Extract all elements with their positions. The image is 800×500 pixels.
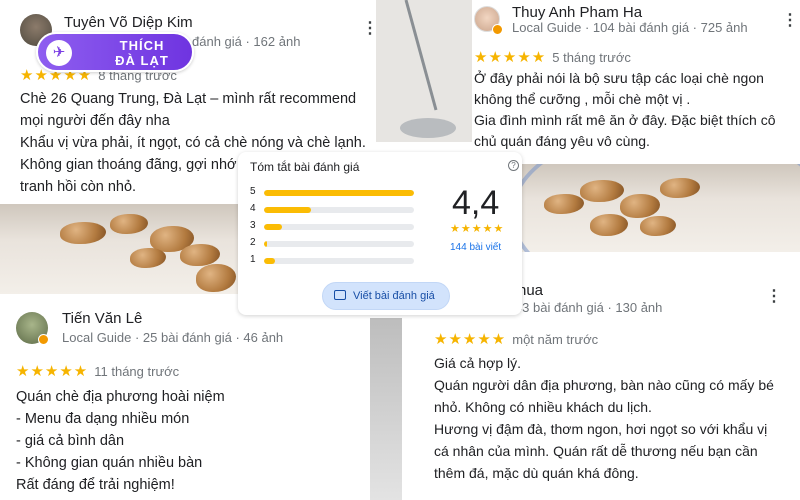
review-card-3: Tiến Văn Lê Local Guide · 25 bài đánh gi… <box>0 294 370 500</box>
review-author[interactable]: Tiến Văn Lê <box>62 310 142 327</box>
rating-bar-2: 2 <box>250 237 420 249</box>
write-review-label: Viết bài đánh giá <box>353 290 435 302</box>
help-circle-icon[interactable]: ? <box>508 160 519 171</box>
average-rating-stars: ★★★★★ <box>450 223 505 235</box>
rating-bar-track <box>264 207 414 213</box>
rating-bar-4: 4 <box>250 203 420 215</box>
rating-bar-label: 2 <box>250 237 256 248</box>
rating-bar-track <box>264 224 414 230</box>
review-text: Giá cả hợp lý. Quán người dân địa phương… <box>434 355 774 481</box>
rating-bar-label: 1 <box>250 254 256 265</box>
rating-stars: ★★★★★ <box>16 363 89 380</box>
rating-bar-track <box>264 241 414 247</box>
logo-line-1: THÍCH <box>119 38 165 53</box>
rating-bar-5: 5 <box>250 186 420 198</box>
rating-bar-fill <box>264 190 414 196</box>
balloon-icon: ✈ <box>46 40 72 66</box>
local-guide-badge-icon <box>492 24 503 35</box>
rating-bar-label: 5 <box>250 186 256 197</box>
local-guide-badge-icon <box>38 334 49 345</box>
review-author[interactable]: Tuyên Võ Diệp Kim <box>64 14 193 31</box>
review-card-2: Thuy Anh Pham Ha Local Guide · 104 bài đ… <box>472 0 800 164</box>
review-icon <box>334 290 346 300</box>
review-text: Ở đây phải nói là bộ sưu tập các loại ch… <box>474 70 776 149</box>
rating-bar-track <box>264 190 414 196</box>
rating-bar-1: 1 <box>250 254 420 266</box>
rating-stars: ★★★★★ <box>474 49 547 66</box>
more-options-icon[interactable]: ⋮ <box>362 21 378 37</box>
rating-bar-3: 3 <box>250 220 420 232</box>
rating-bar-fill <box>264 258 275 264</box>
more-options-icon[interactable]: ⋮ <box>782 13 798 29</box>
review-photo-bowl-left[interactable] <box>0 204 238 294</box>
write-review-button[interactable]: Viết bài đánh giá <box>322 282 450 310</box>
rating-bar-label: 4 <box>250 203 256 214</box>
review-photo-bottom[interactable] <box>370 318 402 500</box>
logo-line-2: ĐÀ LẠT <box>115 53 169 68</box>
summary-title: Tóm tắt bài đánh giá <box>250 160 360 174</box>
average-rating: 4,4 <box>452 184 500 222</box>
rating-distribution: 5 4 3 2 1 <box>238 186 428 278</box>
review-author[interactable]: Thuy Anh Pham Ha <box>512 4 642 21</box>
review-text: Quán chè địa phương hoài niệm - Menu đa … <box>16 389 225 493</box>
rating-bar-fill <box>264 241 267 247</box>
rating-bar-track <box>264 258 414 264</box>
thich-da-lat-logo: ✈ THÍCH ĐÀ LẠT <box>36 32 194 72</box>
review-photo-spoon[interactable] <box>376 0 472 142</box>
review-photo-bowl-right[interactable] <box>520 164 800 252</box>
review-time: 5 tháng trước <box>552 50 631 65</box>
rating-stars: ★★★★★ <box>434 331 507 348</box>
spoon-graphic <box>376 0 472 142</box>
review-author-meta: Local Guide · 25 bài đánh giá · 46 ảnh <box>62 330 284 345</box>
review-author-meta: Local Guide · 104 bài đánh giá · 725 ảnh <box>512 20 748 35</box>
rating-bar-label: 3 <box>250 220 256 231</box>
review-time: một năm trước <box>512 332 599 347</box>
review-time: 11 tháng trước <box>94 364 180 379</box>
rating-bar-fill <box>264 224 282 230</box>
rating-bar-fill <box>264 207 311 213</box>
more-options-icon[interactable]: ⋮ <box>766 289 782 305</box>
review-author-meta: đánh giá · 162 ảnh <box>192 34 301 49</box>
review-count-link[interactable]: 144 bài viết <box>450 242 501 253</box>
